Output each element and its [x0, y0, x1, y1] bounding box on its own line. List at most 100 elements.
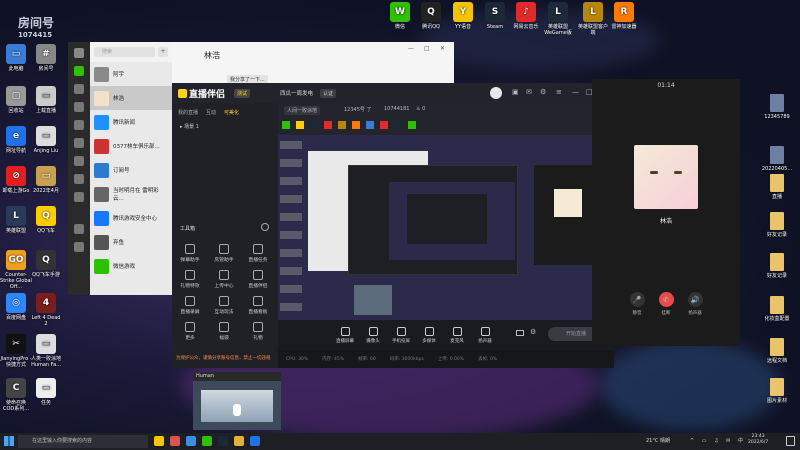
source-button[interactable]: 手机投屏: [386, 327, 416, 344]
desktop-icon[interactable]: e 网址导航: [0, 126, 32, 154]
windows-start-icon[interactable]: [4, 436, 14, 446]
phone-icon[interactable]: [74, 224, 84, 234]
desktop-icon[interactable]: S Steam: [479, 2, 511, 30]
game-thumbnail[interactable]: Human: [193, 372, 281, 430]
avatar[interactable]: [490, 87, 502, 99]
close-button[interactable]: ✕: [440, 45, 445, 52]
source-button[interactable]: 扬声器: [470, 327, 500, 344]
wechat-search-input[interactable]: 搜索: [94, 47, 155, 57]
tool-button[interactable]: 直播看板: [244, 296, 272, 315]
source-button[interactable]: 多媒体: [414, 327, 444, 344]
chat-list-item[interactable]: 0377林车俱乐部...: [90, 134, 172, 158]
source-button[interactable]: 直播屏幕: [330, 327, 360, 344]
desktop-icon[interactable]: ▭ 此电脑: [0, 44, 32, 72]
taskbar-app-icon[interactable]: [186, 436, 196, 446]
taskbar-search-input[interactable]: 在这里输入你要搜索的内容: [18, 435, 148, 448]
desktop-icon[interactable]: Y YY语音: [447, 2, 479, 30]
channels-icon[interactable]: [74, 156, 84, 166]
chat-list-item[interactable]: 订阅号: [90, 158, 172, 182]
desktop-icon[interactable]: ▭ 上载直播: [30, 86, 62, 114]
desktop-icon[interactable]: ✂ JianyingPro - 快捷方式: [0, 334, 32, 368]
maximize-button[interactable]: □: [424, 45, 430, 52]
menu-icon[interactable]: ≡: [556, 88, 562, 96]
source-button[interactable]: 麦克风: [442, 327, 472, 344]
tool-button[interactable]: 直播伴侣: [244, 270, 272, 289]
desktop-icon[interactable]: # 房间号: [30, 44, 62, 72]
chat-list-item[interactable]: 林浩: [90, 86, 172, 110]
desktop-icon[interactable]: C 使命召唤 COD系列...: [0, 378, 32, 412]
desktop-icon[interactable]: ▭ Anjing Liu: [30, 126, 62, 154]
moments-icon[interactable]: [74, 138, 84, 148]
chat-list-item[interactable]: 阿宇: [90, 62, 172, 86]
tool-button[interactable]: 直播任务: [244, 244, 272, 263]
source-button[interactable]: 摄像头: [358, 327, 388, 344]
desktop-icon[interactable]: 好友记录: [758, 253, 796, 279]
taskbar-app-icon[interactable]: [202, 436, 212, 446]
desktop-icon[interactable]: R 雷神加速器: [608, 2, 640, 30]
minimize-button[interactable]: —: [572, 88, 579, 96]
taskbar-app-icon[interactable]: [250, 436, 260, 446]
mini-program-icon[interactable]: [74, 192, 84, 202]
scene-item[interactable]: ▸ 场景 1: [180, 123, 199, 130]
tab-interaction[interactable]: 互动: [206, 109, 216, 116]
desktop-icon[interactable]: L 英雄联盟客户端: [577, 2, 609, 36]
tool-button[interactable]: 福袋: [210, 322, 238, 341]
tool-button[interactable]: 上传中心: [210, 270, 238, 289]
clock[interactable]: 23:43 2022/6/7: [748, 434, 768, 446]
mute-button[interactable]: 🎤 静音: [625, 292, 649, 316]
chat-list-item[interactable]: 当时明月在 雷明彩云...: [90, 182, 172, 206]
tab-beautify[interactable]: 可美化: [224, 109, 239, 116]
notification-icon[interactable]: [786, 436, 795, 446]
taskbar-app-icon[interactable]: [234, 436, 244, 446]
desktop-icon[interactable]: ♪ 网易云音乐: [510, 2, 542, 30]
add-chat-button[interactable]: +: [158, 47, 168, 57]
tool-button[interactable]: 礼物特效: [176, 270, 204, 289]
taskbar-app-icon[interactable]: [154, 436, 164, 446]
desktop-icon[interactable]: 20220405...: [758, 146, 796, 172]
chat-icon[interactable]: [74, 66, 84, 76]
gift-icon[interactable]: ▣: [512, 88, 519, 96]
favorites-icon[interactable]: [74, 102, 84, 112]
tab-my-live[interactable]: 我的直播: [178, 109, 198, 116]
files-icon[interactable]: [74, 120, 84, 130]
tool-button[interactable]: 互动玩法: [210, 296, 238, 315]
desktop-icon[interactable]: L 英雄联盟 WeGame版: [542, 2, 574, 36]
weather-label[interactable]: 21°C 晴朗: [646, 437, 670, 444]
desktop-icon[interactable]: Q 腾讯QQ: [415, 2, 447, 30]
desktop-icon[interactable]: 直播: [758, 174, 796, 200]
tool-button[interactable]: 弹幕助手: [176, 244, 204, 263]
tool-button[interactable]: 房管助手: [210, 244, 238, 263]
desktop-icon[interactable]: W 微信: [384, 2, 416, 30]
settings-icon[interactable]: [74, 242, 84, 252]
contacts-icon[interactable]: [74, 84, 84, 94]
tool-button[interactable]: 直播录屏: [176, 296, 204, 315]
chat-list-item[interactable]: 弃鱼: [90, 230, 172, 254]
speaker-button[interactable]: 🔊 扬声器: [683, 292, 707, 316]
camera-small-icon[interactable]: [516, 330, 524, 336]
desktop-icon[interactable]: 远程文档: [758, 338, 796, 364]
search-icon[interactable]: [74, 174, 84, 184]
chat-list-item[interactable]: 微信游戏: [90, 254, 172, 278]
taskbar-app-icon[interactable]: [170, 436, 180, 446]
tool-button[interactable]: 礼物: [244, 322, 272, 341]
desktop-icon[interactable]: ▭ 任务: [30, 378, 62, 406]
tool-button[interactable]: 更多: [176, 322, 204, 341]
desktop-icon[interactable]: Q QQ飞车: [30, 206, 62, 234]
chat-list-item[interactable]: 腾讯新闻: [90, 110, 172, 134]
desktop-icon[interactable]: ▭ 人类一败涂地 Human Fa...: [30, 334, 62, 368]
tools-collapse-icon[interactable]: [261, 223, 269, 231]
taskbar-app-icon[interactable]: [218, 436, 228, 446]
hangup-button[interactable]: ✆ 挂断: [654, 292, 678, 316]
settings-icon[interactable]: ⚙: [540, 88, 546, 96]
chat-list-item[interactable]: 腾讯游戏安全中心: [90, 206, 172, 230]
settings-icon[interactable]: ⚙: [530, 328, 536, 336]
desktop-icon[interactable]: ▢ 回收站: [0, 86, 32, 114]
wechat-avatar[interactable]: [74, 48, 84, 58]
minimize-button[interactable]: —: [408, 45, 414, 52]
mail-icon[interactable]: ✉: [526, 88, 532, 96]
desktop-icon[interactable]: 化妆盒配置: [758, 296, 796, 322]
desktop-icon[interactable]: 好友记录: [758, 212, 796, 238]
desktop-icon[interactable]: ◎ 百度网盘: [0, 293, 32, 321]
desktop-icon[interactable]: 图片素材: [758, 378, 796, 404]
desktop-icon[interactable]: L 英雄联盟: [0, 206, 32, 234]
